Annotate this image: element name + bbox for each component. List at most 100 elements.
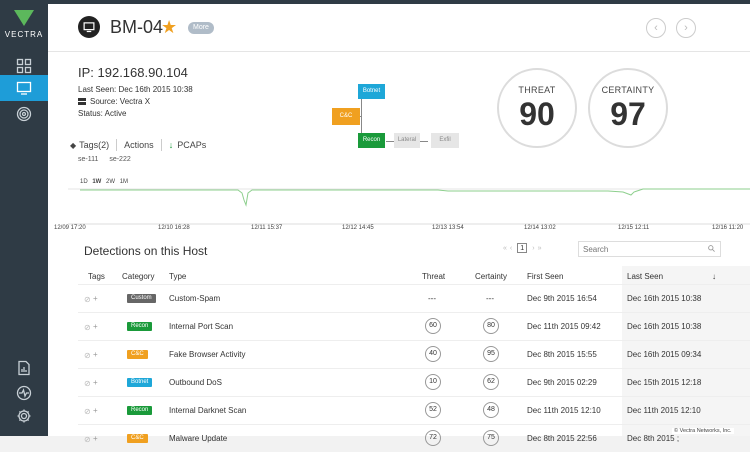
table-row[interactable]: ⊘ + Botnet Outbound DoS 10 62 Dec 9th 2015 02:… — [78, 368, 750, 396]
paperclip-icon[interactable]: ⊘ — [84, 295, 91, 304]
prev-page-button[interactable]: ‹ — [510, 245, 512, 252]
add-tag-button[interactable]: + — [93, 406, 98, 415]
category-badge: Recon — [127, 406, 153, 415]
category-badge: Botnet — [127, 378, 153, 387]
grid-icon — [16, 58, 32, 74]
vectra-logo-mark — [14, 10, 34, 26]
paperclip-icon[interactable]: ⊘ — [84, 379, 91, 388]
first-seen: Dec 8th 2015 22:56 — [527, 434, 597, 443]
sidebar-item-settings[interactable] — [0, 403, 48, 429]
copyright: © Vectra Networks, Inc. — [672, 428, 734, 434]
col-certainty[interactable]: Certainty — [475, 272, 507, 281]
col-last-seen[interactable]: Last Seen — [627, 272, 663, 281]
timeline-tick: 12/11 15:37 — [251, 225, 283, 231]
category-badge: Custom — [127, 294, 156, 303]
table-row[interactable]: ⊘ + Custom Custom-Spam --- --- Dec 9th 2015 16… — [78, 284, 750, 312]
sort-descending-icon[interactable]: ↓ — [712, 272, 716, 281]
current-page[interactable]: 1 — [517, 243, 528, 253]
paperclip-icon[interactable]: ⊘ — [84, 323, 91, 332]
table-row[interactable]: ⊘ + C&C Malware Update 72 75 Dec 8th 2015 22:5… — [78, 424, 750, 452]
add-tag-button[interactable]: + — [93, 378, 98, 387]
prev-host-button[interactable]: ‹ — [646, 18, 666, 38]
threat-score: 72 — [425, 430, 441, 446]
paperclip-icon[interactable]: ⊘ — [84, 351, 91, 360]
host-last-seen: Last Seen: Dec 16th 2015 10:38 — [78, 85, 193, 94]
col-category[interactable]: Category — [122, 272, 154, 281]
gear-icon — [17, 409, 31, 423]
tag-chip[interactable]: se-111 — [78, 156, 98, 163]
kill-chain-lateral[interactable]: Lateral — [394, 133, 420, 148]
certainty-score-gauge: CERTAINTY 97 — [588, 68, 668, 148]
last-seen: Dec 16th 2015 09:34 — [627, 350, 702, 359]
timeline-tick: 12/15 12:11 — [618, 225, 650, 231]
certainty-score: 48 — [483, 402, 499, 418]
last-seen: Dec 8th 2015 ; — [627, 434, 680, 443]
first-page-button[interactable]: « — [503, 245, 507, 252]
sidebar-item-hosts[interactable] — [0, 75, 48, 101]
kill-chain-recon[interactable]: Recon — [358, 133, 385, 148]
host-source: Source: Vectra X — [78, 97, 150, 106]
tags-button[interactable]: Tags(2) — [79, 140, 109, 150]
first-seen: Dec 11th 2015 09:42 — [527, 322, 601, 331]
paperclip-icon[interactable]: ⊘ — [84, 435, 91, 444]
add-tag-button[interactable]: + — [93, 322, 98, 331]
timeline-tick: 12/14 13:02 — [524, 225, 556, 231]
col-first-seen[interactable]: First Seen — [527, 272, 563, 281]
table-row[interactable]: ⊘ + Recon Internal Darknet Scan 52 48 Dec 11th… — [78, 396, 750, 424]
divider — [116, 139, 118, 151]
col-threat[interactable]: Threat — [422, 272, 445, 281]
category-badge: C&C — [127, 350, 148, 359]
more-button[interactable]: More — [188, 22, 214, 34]
last-seen: Dec 11th 2015 12:10 — [627, 406, 701, 415]
kill-chain-connector — [386, 141, 394, 142]
kill-chain-exfil[interactable]: Exfil — [431, 133, 459, 148]
col-type[interactable]: Type — [169, 272, 186, 281]
timeline-tick: 12/10 16:28 — [158, 225, 190, 231]
kill-chain-botnet[interactable]: Botnet — [358, 84, 385, 99]
tag-icon: ◆ — [70, 140, 77, 150]
sidebar: VECTRA — [0, 0, 48, 436]
host-detail-panel: BM-04 ★ More ‹ › IP: 192.168.90.104 Last… — [48, 4, 750, 446]
kill-chain-cc[interactable]: C&C — [332, 108, 360, 125]
add-tag-button[interactable]: + — [93, 294, 98, 303]
col-tags[interactable]: Tags — [88, 272, 105, 281]
detection-type[interactable]: Outbound DoS — [169, 378, 222, 387]
threat-score: --- — [428, 294, 436, 303]
pcaps-button[interactable]: PCAPs — [177, 140, 206, 150]
last-page-button[interactable]: » — [538, 245, 542, 252]
paperclip-icon[interactable]: ⊘ — [84, 407, 91, 416]
table-row[interactable]: ⊘ + C&C Fake Browser Activity 40 95 Dec 8th 20… — [78, 340, 750, 368]
detection-type[interactable]: Custom-Spam — [169, 294, 220, 303]
timeline-tick: 12/12 14:45 — [342, 225, 374, 231]
detection-type[interactable]: Malware Update — [169, 434, 227, 443]
first-seen: Dec 8th 2015 15:55 — [527, 350, 597, 359]
first-seen: Dec 11th 2015 12:10 — [527, 406, 601, 415]
next-host-button[interactable]: › — [676, 18, 696, 38]
timeline-tick: 12/13 13:54 — [432, 225, 464, 231]
sidebar-item-reports[interactable] — [0, 355, 48, 381]
first-seen: Dec 9th 2015 02:29 — [527, 378, 597, 387]
actions-button[interactable]: Actions — [124, 140, 154, 150]
search-input[interactable] — [578, 241, 721, 257]
timeline-chart[interactable] — [48, 173, 750, 225]
tag-chip[interactable]: se-222 — [109, 156, 130, 163]
threat-label: THREAT — [518, 85, 556, 95]
certainty-score: 95 — [483, 346, 499, 362]
star-icon[interactable]: ★ — [161, 17, 177, 37]
activity-icon — [16, 385, 32, 401]
add-tag-button[interactable]: + — [93, 350, 98, 359]
detections-title: Detections on this Host — [84, 244, 208, 258]
last-seen: Dec 15th 2015 12:18 — [627, 378, 702, 387]
kill-chain-connector — [420, 141, 428, 142]
pagination: « ‹ 1 › » — [503, 243, 542, 253]
table-row[interactable]: ⊘ + Recon Internal Port Scan 60 80 Dec 11th 20… — [78, 312, 750, 340]
add-tag-button[interactable]: + — [93, 434, 98, 443]
detection-type[interactable]: Fake Browser Activity — [169, 350, 245, 359]
vectra-logo[interactable]: VECTRA — [0, 10, 48, 39]
next-page-button[interactable]: › — [532, 245, 534, 252]
host-ip: IP: 192.168.90.104 — [78, 65, 188, 80]
detection-type[interactable]: Internal Port Scan — [169, 322, 233, 331]
detection-type[interactable]: Internal Darknet Scan — [169, 406, 246, 415]
last-seen: Dec 16th 2015 10:38 — [627, 294, 702, 303]
sidebar-item-detections[interactable] — [0, 101, 48, 127]
